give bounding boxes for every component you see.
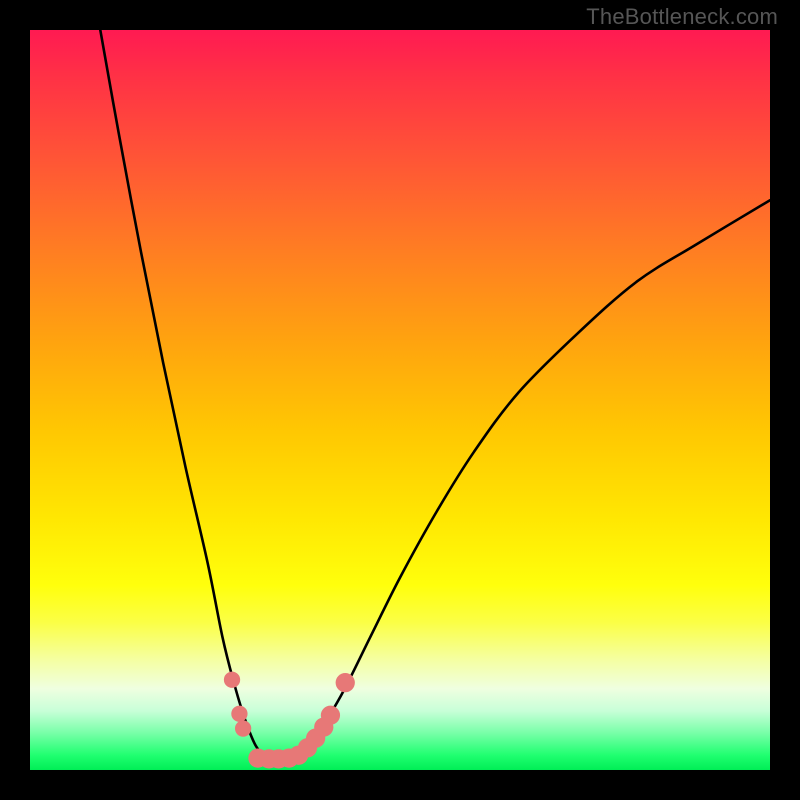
marker-dot [321,706,340,725]
marker-dot [224,672,240,688]
bottleneck-curve [100,30,770,759]
plot-area [30,30,770,770]
marker-dot [231,706,247,722]
marker-dot [235,720,251,736]
curve-layer [30,30,770,770]
watermark-text: TheBottleneck.com [586,4,778,30]
chart-container: TheBottleneck.com [0,0,800,800]
marker-dot [336,673,355,692]
marker-group [224,672,355,769]
